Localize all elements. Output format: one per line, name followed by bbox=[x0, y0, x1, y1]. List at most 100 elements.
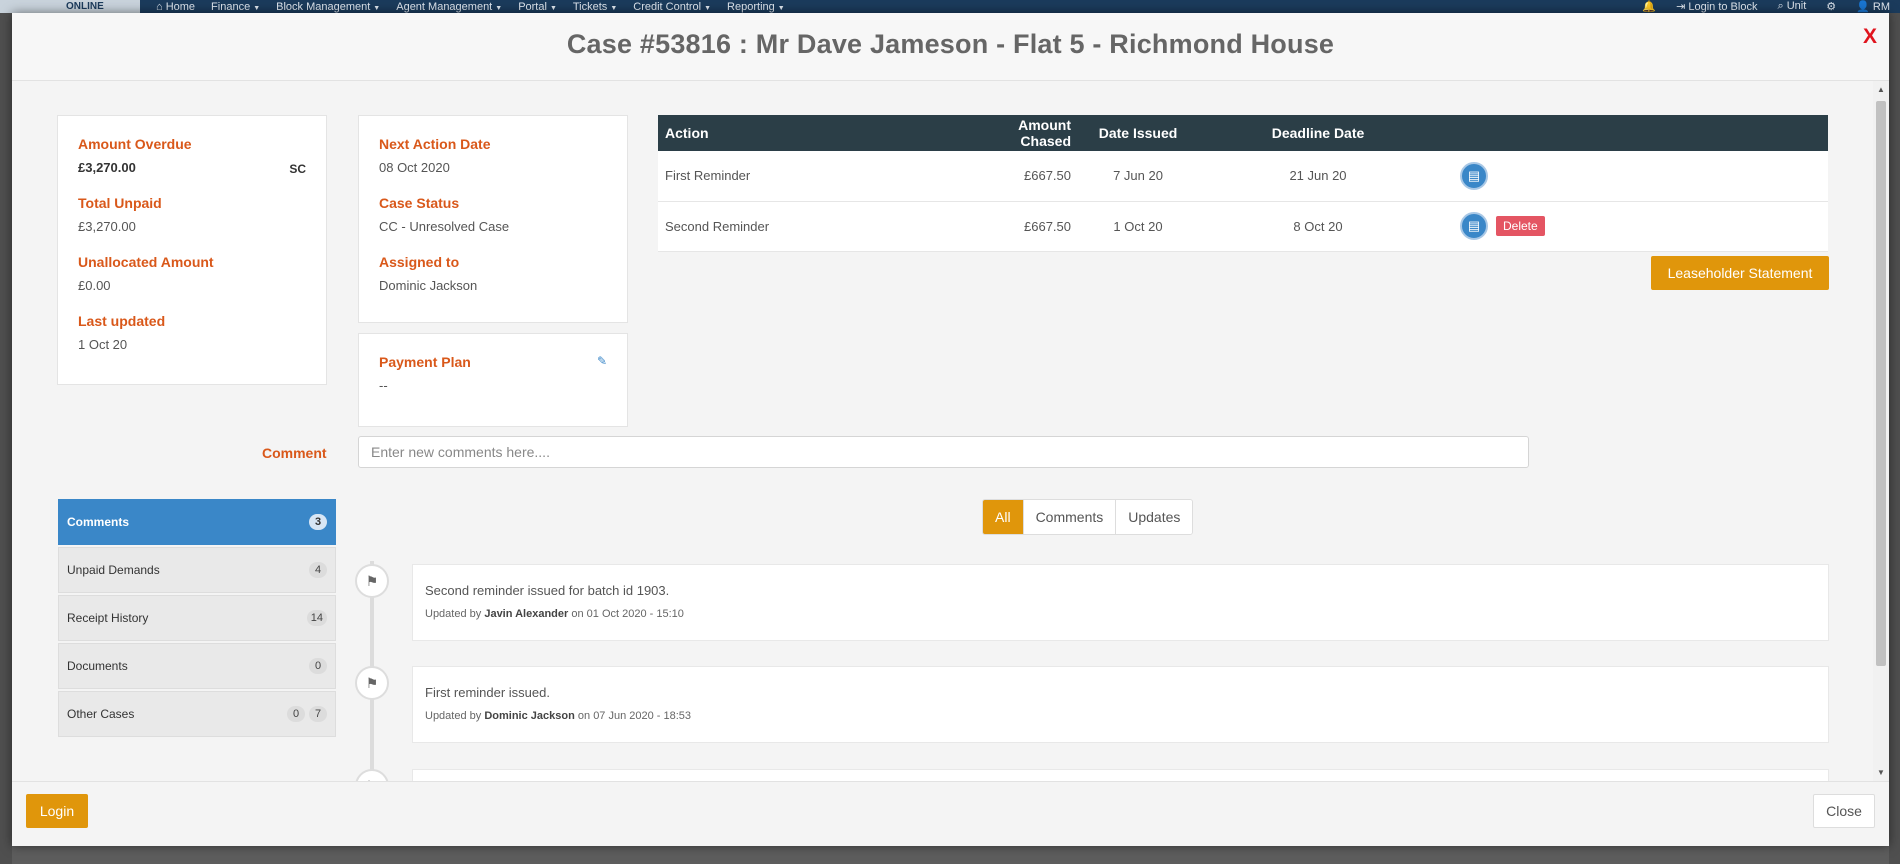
nav-unit-search[interactable]: ⌕ Unit bbox=[1777, 0, 1806, 13]
tools-cell: ▤ Delete bbox=[1438, 201, 1828, 252]
count-badge: 4 bbox=[309, 562, 327, 578]
gear-icon[interactable]: ⚙ bbox=[1826, 0, 1836, 13]
nav-login-to-block[interactable]: ⇥ Login to Block bbox=[1676, 0, 1757, 13]
case-info-card: Next Action Date 08 Oct 2020 Case Status… bbox=[358, 115, 628, 323]
payment-plan-value: -- bbox=[379, 378, 388, 393]
sidebar-item-receipt-history[interactable]: Receipt History 14 bbox=[58, 595, 336, 641]
nav-user[interactable]: 👤 RM bbox=[1856, 0, 1890, 13]
login-button[interactable]: Login bbox=[26, 794, 88, 828]
nav-reporting[interactable]: Reporting ▼ bbox=[727, 1, 785, 13]
caret-down-icon: ▼ bbox=[373, 4, 381, 12]
nav-credit-control[interactable]: Credit Control ▼ bbox=[633, 1, 711, 13]
caret-down-icon: ▼ bbox=[610, 4, 618, 12]
delete-button[interactable]: Delete bbox=[1496, 216, 1545, 236]
modal-footer: Login Close bbox=[12, 781, 1889, 846]
amount-cell: £667.50 bbox=[958, 151, 1078, 202]
caret-down-icon: ▼ bbox=[549, 4, 557, 12]
top-navigation: ONLINE ⌂ Home Finance ▼ Block Management ▼… bbox=[0, 0, 1900, 13]
timeline-user: Dominic Jackson bbox=[484, 710, 575, 722]
col-tools bbox=[1438, 115, 1828, 151]
sign-in-icon: ⇥ bbox=[1676, 1, 1689, 13]
actions-table: Action Amount Chased Date Issued Deadlin… bbox=[658, 115, 1828, 252]
last-updated-label: Last updated bbox=[78, 313, 166, 329]
caret-down-icon: ▼ bbox=[777, 4, 785, 12]
case-status-label: Case Status bbox=[379, 195, 460, 211]
amount-overdue-label: Amount Overdue bbox=[78, 136, 192, 152]
table-header-row: Action Amount Chased Date Issued Deadlin… bbox=[658, 115, 1828, 151]
action-cell: Second Reminder bbox=[658, 201, 958, 252]
flag-icon: ⚑ bbox=[355, 769, 389, 781]
sidebar-item-other-cases[interactable]: Other Cases 0 7 bbox=[58, 691, 336, 737]
modal-title: Case #53816 : Mr Dave Jameson - Flat 5 -… bbox=[566, 29, 1335, 59]
caret-down-icon: ▼ bbox=[495, 4, 503, 12]
nav-block-management[interactable]: Block Management ▼ bbox=[276, 1, 380, 13]
case-modal: Case #53816 : Mr Dave Jameson - Flat 5 -… bbox=[12, 13, 1889, 846]
flag-icon: ⚑ bbox=[355, 564, 389, 598]
table-row: First Reminder £667.50 7 Jun 20 21 Jun 2… bbox=[658, 151, 1828, 202]
payment-plan-label: Payment Plan bbox=[379, 354, 471, 370]
nav-finance[interactable]: Finance ▼ bbox=[211, 1, 260, 13]
nav-portal[interactable]: Portal ▼ bbox=[518, 1, 557, 13]
issued-cell: 1 Oct 20 bbox=[1078, 201, 1198, 252]
unallocated-amount-label: Unallocated Amount bbox=[78, 254, 214, 270]
document-icon[interactable]: ▤ bbox=[1460, 161, 1488, 190]
count-badge: 14 bbox=[306, 610, 327, 626]
comment-label: Comment bbox=[262, 445, 327, 461]
col-deadline-date: Deadline Date bbox=[1198, 115, 1438, 151]
nav-agent-management[interactable]: Agent Management ▼ bbox=[396, 1, 502, 13]
timeline-meta: Updated by Javin Alexander on 01 Oct 202… bbox=[425, 608, 684, 620]
home-icon: ⌂ bbox=[156, 0, 166, 13]
modal-body: Amount Overdue £3,270.00 SC Total Unpaid… bbox=[12, 81, 1873, 781]
backdrop-right bbox=[1889, 13, 1900, 864]
sidebar-item-comments[interactable]: Comments 3 bbox=[58, 499, 336, 545]
bell-icon[interactable]: 🔔 bbox=[1642, 0, 1656, 13]
document-icon[interactable]: ▤ bbox=[1460, 212, 1488, 240]
issued-cell: 7 Jun 20 bbox=[1078, 151, 1198, 202]
next-action-date-label: Next Action Date bbox=[379, 136, 491, 152]
timeline-datetime: 07 Jun 2020 - 18:53 bbox=[593, 710, 692, 722]
search-icon: ⌕ bbox=[1777, 0, 1787, 12]
timeline-filter: All Comments Updates bbox=[982, 499, 1194, 535]
total-unpaid-value: £3,270.00 bbox=[78, 219, 136, 234]
scrollbar-thumb[interactable] bbox=[1876, 101, 1886, 666]
last-updated-value: 1 Oct 20 bbox=[78, 337, 128, 352]
count-badge: 0 bbox=[287, 706, 305, 722]
flag-icon: ⚑ bbox=[355, 666, 389, 700]
close-x-button[interactable]: X bbox=[1863, 25, 1877, 49]
col-amount-chased: Amount Chased bbox=[958, 115, 1078, 151]
edit-icon[interactable]: ✎ bbox=[597, 354, 607, 368]
nav-tickets[interactable]: Tickets ▼ bbox=[573, 1, 617, 13]
scroll-up-icon[interactable]: ▲ bbox=[1877, 85, 1885, 94]
close-button[interactable]: Close bbox=[1813, 794, 1875, 828]
unallocated-amount-value: £0.00 bbox=[78, 278, 111, 293]
timeline-message: Second reminder issued for batch id 1903… bbox=[425, 583, 670, 598]
tools-cell: ▤ bbox=[1438, 151, 1828, 202]
case-sidebar: Comments 3 Unpaid Demands 4 Receipt Hist… bbox=[58, 499, 336, 739]
backdrop-left bbox=[0, 13, 12, 864]
filter-updates[interactable]: Updates bbox=[1115, 500, 1193, 534]
col-date-issued: Date Issued bbox=[1078, 115, 1198, 151]
timeline-user: Javin Alexander bbox=[484, 608, 569, 620]
deadline-cell: 8 Oct 20 bbox=[1198, 201, 1438, 252]
assigned-to-value: Dominic Jackson bbox=[379, 278, 478, 293]
modal-scrollbar[interactable]: ▲ ▼ bbox=[1873, 81, 1889, 781]
sidebar-item-documents[interactable]: Documents 0 bbox=[58, 643, 336, 689]
col-action: Action bbox=[658, 115, 958, 151]
count-badge: 0 bbox=[309, 658, 327, 674]
sidebar-item-unpaid-demands[interactable]: Unpaid Demands 4 bbox=[58, 547, 336, 593]
comment-input[interactable] bbox=[358, 436, 1529, 468]
amounts-card: Amount Overdue £3,270.00 SC Total Unpaid… bbox=[57, 115, 327, 385]
filter-comments[interactable]: Comments bbox=[1022, 500, 1116, 534]
app-logo: ONLINE bbox=[0, 0, 140, 13]
scroll-down-icon[interactable]: ▼ bbox=[1877, 768, 1885, 777]
payment-plan-card: Payment Plan -- ✎ bbox=[358, 333, 628, 427]
amount-cell: £667.50 bbox=[958, 201, 1078, 252]
assigned-to-label: Assigned to bbox=[379, 254, 460, 270]
table-row: Second Reminder £667.50 1 Oct 20 8 Oct 2… bbox=[658, 201, 1828, 252]
timeline-message: First reminder issued. bbox=[425, 685, 550, 700]
nav-home[interactable]: ⌂ Home bbox=[156, 1, 195, 13]
filter-all[interactable]: All bbox=[983, 500, 1023, 534]
count-badge: 3 bbox=[309, 514, 327, 530]
leaseholder-statement-button[interactable]: Leaseholder Statement bbox=[1651, 256, 1829, 290]
timeline-datetime: 01 Oct 2020 - 15:10 bbox=[586, 608, 684, 620]
